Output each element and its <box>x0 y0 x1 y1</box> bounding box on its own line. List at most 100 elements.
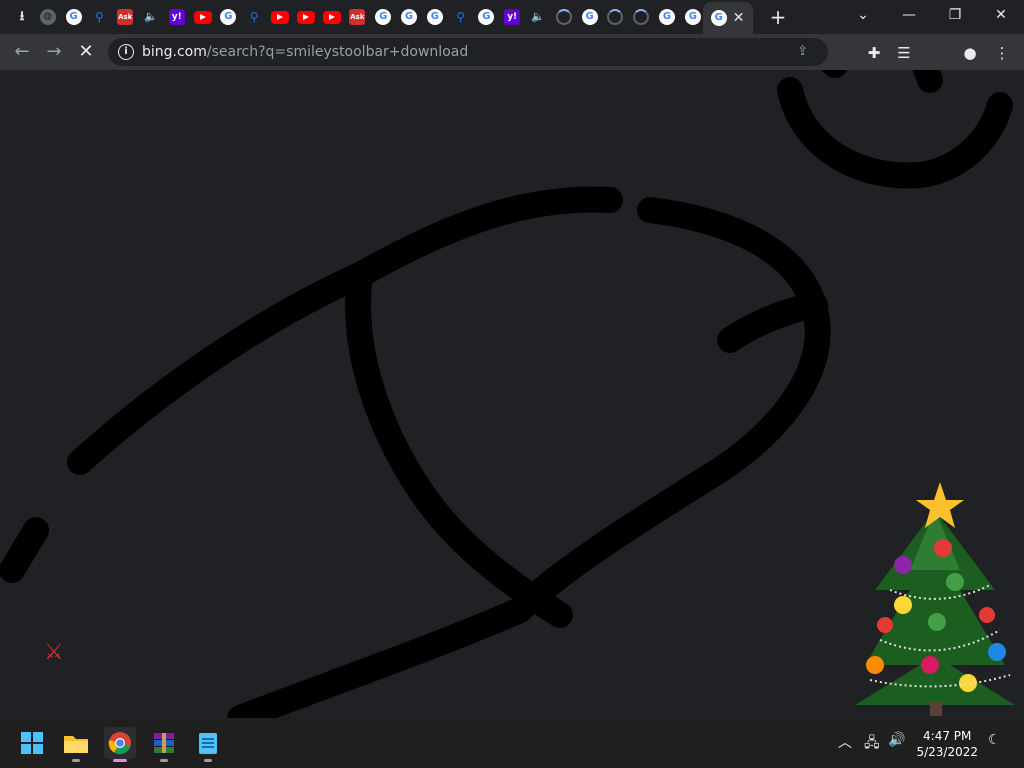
loading-spinner-icon <box>555 9 572 25</box>
devil-cursor-icon: ⚔ <box>44 640 64 665</box>
running-indicator <box>160 759 168 762</box>
tab-search-dropdown[interactable]: ⌄ <box>840 0 886 30</box>
chrome-icon <box>108 732 131 755</box>
google-icon <box>710 10 727 26</box>
notepad-button[interactable] <box>192 727 224 762</box>
new-tab-button[interactable]: + <box>766 5 790 29</box>
youtube-icon <box>322 10 341 24</box>
tab-3[interactable] <box>62 5 86 29</box>
tab-16[interactable] <box>397 5 421 29</box>
tab-22[interactable] <box>552 5 576 29</box>
ask-icon: Ask <box>349 9 366 25</box>
tab-23[interactable] <box>578 5 602 29</box>
christmas-tree-gadget <box>855 482 1015 716</box>
close-tab-icon[interactable]: ✕ <box>733 10 745 26</box>
file-explorer-button[interactable] <box>60 727 92 762</box>
tab-25[interactable] <box>629 5 653 29</box>
clock-date: 5/23/2022 <box>916 745 978 759</box>
stop-loading-button[interactable]: ✕ <box>74 40 98 64</box>
google-icon <box>401 9 417 25</box>
url-host: bing.com <box>142 44 207 60</box>
restore-button[interactable]: ❐ <box>932 0 978 30</box>
tab-11[interactable] <box>268 5 292 29</box>
folder-icon <box>64 736 88 753</box>
clock-time: 4:47 PM <box>923 729 972 743</box>
tab-1[interactable]: ⭳ <box>10 5 34 29</box>
tab-13[interactable] <box>320 5 344 29</box>
chrome-button[interactable] <box>104 727 136 762</box>
loading-spinner-icon <box>607 9 624 25</box>
forward-button[interactable]: → <box>42 40 66 64</box>
search-icon: ⚲ <box>249 10 259 24</box>
tab-8[interactable] <box>191 5 215 29</box>
extensions-icon[interactable]: ✚ <box>864 43 884 63</box>
google-icon <box>581 9 598 25</box>
show-hidden-icons-chevron[interactable]: ︿ <box>838 732 852 752</box>
tab-9[interactable] <box>216 5 240 29</box>
tab-17[interactable] <box>423 5 447 29</box>
audio-icon: 🔈 <box>531 10 545 23</box>
winrar-button[interactable] <box>148 727 180 762</box>
search-icon: ⚲ <box>94 10 104 24</box>
google-icon <box>659 9 675 25</box>
focus-assist-icon[interactable]: ☾ <box>988 732 1001 748</box>
search-icon: ⚲ <box>456 10 465 24</box>
tab-5[interactable]: Ask <box>113 5 137 29</box>
windows-icon <box>21 732 43 754</box>
tab-15[interactable] <box>371 5 395 29</box>
google-icon <box>684 9 701 25</box>
taskbar: ︿ 🖧 🔊 4:47 PM 5/23/2022 ☾ <box>0 718 1024 768</box>
tab-26[interactable] <box>655 5 679 29</box>
tab-7[interactable]: y! <box>165 5 189 29</box>
minimize-button[interactable]: — <box>886 0 932 30</box>
close-window-button[interactable]: ✕ <box>978 0 1024 30</box>
tab-14[interactable]: Ask <box>345 5 369 29</box>
url-path: /search?q=smileystoolbar+download <box>206 44 469 60</box>
running-indicator <box>204 759 212 762</box>
tab-12[interactable] <box>294 5 318 29</box>
site-info-icon[interactable]: i <box>118 44 134 60</box>
globe-icon: ◍ <box>39 9 56 25</box>
youtube-icon <box>296 10 315 24</box>
loading-spinner-icon <box>633 9 650 25</box>
google-icon <box>375 9 392 25</box>
youtube-icon <box>193 10 212 24</box>
active-indicator <box>113 759 127 762</box>
url-text[interactable]: bing.com/search?q=smileystoolbar+downloa… <box>142 44 468 60</box>
tab-21[interactable]: 🔈 <box>526 5 550 29</box>
notepad-icon <box>199 733 217 754</box>
audio-icon: 🔈 <box>144 10 158 23</box>
address-bar[interactable]: i bing.com/search?q=smileystoolbar+downl… <box>108 38 828 66</box>
back-button[interactable]: ← <box>10 40 34 64</box>
yahoo-icon: y! <box>504 9 521 25</box>
menu-icon[interactable]: ⋮ <box>992 43 1012 63</box>
clock[interactable]: 4:47 PM 5/23/2022 <box>916 728 978 760</box>
tab-strip: + ⌄ — ❐ ✕ ⭳ ◍ ⚲ Ask 🔈 y! ⚲ Ask ⚲ y! 🔈 ✕ <box>0 0 1024 34</box>
volume-icon[interactable]: 🔊 <box>888 732 905 748</box>
running-indicator <box>72 759 80 762</box>
share-icon[interactable]: ⇪ <box>797 44 808 59</box>
winrar-icon <box>154 733 174 753</box>
download-icon: ⭳ <box>19 9 25 24</box>
tab-active[interactable]: ✕ <box>702 2 753 34</box>
tab-18[interactable]: ⚲ <box>449 5 473 29</box>
tab-24[interactable] <box>603 5 627 29</box>
start-button[interactable] <box>16 727 48 759</box>
network-icon[interactable]: 🖧 <box>864 732 880 756</box>
yahoo-icon: y! <box>168 9 185 25</box>
tab-6[interactable]: 🔈 <box>139 5 163 29</box>
tab-10[interactable]: ⚲ <box>242 5 266 29</box>
google-icon <box>65 9 82 25</box>
tab-19[interactable] <box>474 5 498 29</box>
tab-4[interactable]: ⚲ <box>87 5 111 29</box>
browser-toolbar: ← → ✕ i bing.com/search?q=smileystoolbar… <box>0 34 1024 70</box>
google-icon <box>220 9 237 25</box>
tab-20[interactable]: y! <box>500 5 524 29</box>
profile-icon[interactable]: ● <box>960 43 980 63</box>
reading-list-icon[interactable]: ☰ <box>894 43 914 63</box>
ask-icon: Ask <box>117 9 134 25</box>
youtube-icon <box>271 10 289 24</box>
google-icon <box>426 9 443 25</box>
tab-27[interactable] <box>681 5 705 29</box>
tab-2[interactable]: ◍ <box>36 5 60 29</box>
